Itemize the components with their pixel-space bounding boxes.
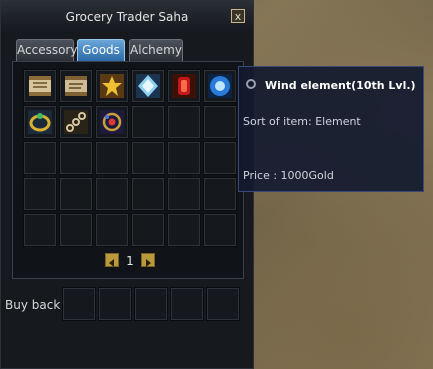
item-slot[interactable]	[23, 105, 57, 139]
item-slot-empty[interactable]	[203, 177, 237, 211]
item-slot-empty[interactable]	[131, 177, 165, 211]
item-slot-empty[interactable]	[131, 141, 165, 175]
item-slot-empty[interactable]	[23, 213, 57, 247]
item-slot[interactable]	[23, 69, 57, 103]
arrow-right-icon	[146, 259, 151, 267]
bullet-icon	[246, 79, 256, 89]
item-slot-empty[interactable]	[23, 177, 57, 211]
next-page-button[interactable]	[141, 253, 155, 267]
buyback-slot[interactable]	[134, 287, 168, 321]
buyback-slot[interactable]	[206, 287, 240, 321]
item-slot-empty[interactable]	[203, 213, 237, 247]
item-tooltip: Wind element(10th Lvl.) Sort of item: El…	[238, 66, 424, 192]
item-slot-empty[interactable]	[131, 213, 165, 247]
item-slot-empty[interactable]	[95, 177, 129, 211]
item-slot-empty[interactable]	[167, 177, 201, 211]
window-title: Grocery Trader Saha	[1, 1, 253, 33]
item-slot[interactable]	[59, 69, 93, 103]
tooltip-sort: Sort of item: Element	[243, 115, 361, 128]
item-slot-empty[interactable]	[167, 105, 201, 139]
ring-icon	[28, 110, 52, 134]
item-slot[interactable]	[131, 69, 165, 103]
item-slot-empty[interactable]	[203, 105, 237, 139]
amulet-icon	[100, 110, 124, 134]
item-slot-empty[interactable]	[167, 213, 201, 247]
item-slot-empty[interactable]	[203, 141, 237, 175]
item-slot-empty[interactable]	[23, 141, 57, 175]
prev-page-button[interactable]	[105, 253, 119, 267]
item-slot-empty[interactable]	[59, 213, 93, 247]
item-slot-empty[interactable]	[59, 141, 93, 175]
tooltip-price: Price : 1000Gold	[243, 169, 334, 182]
item-slot[interactable]	[167, 69, 201, 103]
buyback-label: Buy back	[5, 298, 61, 312]
tab-accessory[interactable]: Accessory	[16, 39, 77, 61]
red-gem-icon	[172, 74, 196, 98]
item-slot[interactable]	[95, 105, 129, 139]
item-slot[interactable]	[95, 69, 129, 103]
buyback-slot[interactable]	[170, 287, 204, 321]
buyback-slot[interactable]	[62, 287, 96, 321]
crystal-element-icon	[136, 74, 160, 98]
wind-element-icon	[208, 74, 232, 98]
item-slot[interactable]	[59, 105, 93, 139]
item-slot-empty[interactable]	[59, 177, 93, 211]
item-slot-empty[interactable]	[95, 213, 129, 247]
item-slot-empty[interactable]	[131, 105, 165, 139]
tab-goods[interactable]: Goods	[77, 39, 125, 61]
scroll-icon	[65, 76, 87, 96]
buyback-row	[62, 287, 242, 323]
item-slot[interactable]	[203, 69, 237, 103]
item-slot-empty[interactable]	[167, 141, 201, 175]
item-grid	[23, 69, 239, 247]
close-button[interactable]: x	[231, 9, 245, 23]
star-element-icon	[100, 74, 124, 98]
item-slot-empty[interactable]	[95, 141, 129, 175]
shop-window: Grocery Trader Saha x Accessory Goods Al…	[0, 0, 254, 369]
tab-alchemy[interactable]: Alchemy	[129, 39, 183, 61]
buyback-slot[interactable]	[98, 287, 132, 321]
arrow-left-icon	[109, 259, 114, 267]
chain-icon	[64, 110, 88, 134]
scroll-icon	[29, 76, 51, 96]
tooltip-title: Wind element(10th Lvl.)	[265, 79, 416, 92]
page-number: 1	[126, 254, 134, 268]
